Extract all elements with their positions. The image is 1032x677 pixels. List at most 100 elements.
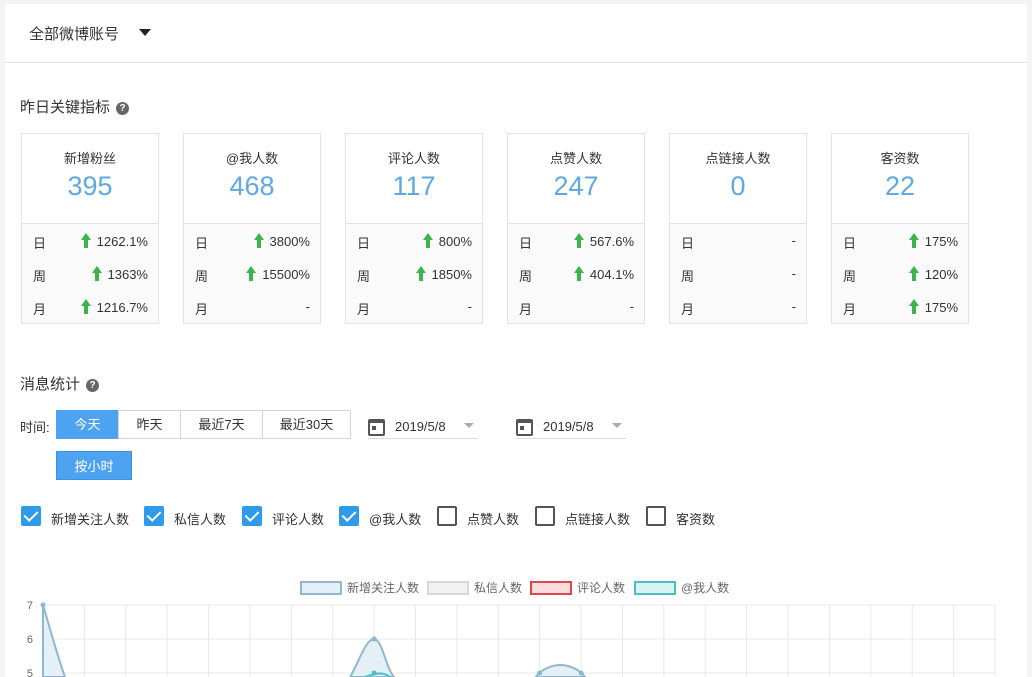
arrow-up-icon — [415, 266, 426, 281]
arrow-up-icon — [91, 266, 102, 281]
checkbox-empty-icon[interactable] — [535, 506, 555, 526]
metric-row: 月- — [346, 290, 482, 323]
period-label: 月 — [195, 302, 209, 317]
arrow-up-icon — [908, 266, 919, 281]
range-7days-button[interactable]: 最近7天 — [180, 410, 263, 439]
y-tick-label: 5 — [27, 668, 33, 677]
checkbox-label: 评论人数 — [272, 512, 325, 527]
change-value: - — [630, 299, 634, 314]
checkbox-empty-icon[interactable] — [437, 506, 457, 526]
period-label: 周 — [681, 269, 695, 284]
change-value: - — [792, 233, 796, 248]
range-yesterday-button[interactable]: 昨天 — [118, 410, 181, 439]
change-text: 1363% — [107, 267, 148, 282]
metric-value: 247 — [553, 171, 599, 201]
legend-swatch[interactable] — [427, 581, 469, 595]
help-icon[interactable]: ? — [86, 379, 100, 392]
data-point[interactable] — [371, 670, 377, 676]
metric-row: 周 15500% — [184, 257, 320, 290]
checkbox-empty-icon[interactable] — [646, 506, 666, 526]
change-value: 1216.7% — [80, 299, 148, 315]
metric-card: @我人数 468 日 3800% 周 15500% 月 - — [183, 133, 321, 324]
end-date-picker[interactable]: 2019/5/8 — [516, 413, 626, 439]
legend-swatch[interactable] — [634, 581, 676, 595]
metric-label: 新增粉丝 — [63, 151, 116, 166]
change-text: 1216.7% — [96, 300, 148, 315]
legend-swatch[interactable] — [530, 581, 572, 595]
metric-value: 117 — [392, 171, 436, 201]
metric-row: 月 1216.7% — [22, 290, 158, 323]
metric-row: 周 120% — [832, 257, 968, 290]
legend-label[interactable]: 私信人数 — [474, 580, 522, 595]
series-new-follow-area — [534, 663, 587, 677]
checkbox-label: 私信人数 — [174, 512, 227, 527]
range-30days-button[interactable]: 最近30天 — [262, 410, 351, 439]
metric-row: 日 567.6% — [508, 224, 644, 257]
change-value: 404.1% — [573, 266, 634, 282]
metric-value: 468 — [229, 171, 275, 201]
change-text: - — [305, 299, 310, 314]
change-value: 1262.1% — [80, 233, 148, 249]
change-text: 800% — [438, 234, 472, 249]
arrow-up-icon — [246, 266, 257, 281]
metric-row: 日 800% — [346, 224, 482, 257]
period-label: 月 — [681, 302, 695, 317]
period-label: 月 — [519, 302, 533, 317]
metric-card: 点赞人数 247 日 567.6% 周 404.1% 月 - — [507, 133, 645, 324]
metric-row: 月- — [184, 290, 320, 323]
checkbox-checked-icon[interactable] — [21, 506, 41, 526]
period-label: 日 — [519, 236, 533, 251]
help-icon[interactable]: ? — [116, 102, 130, 115]
arrow-up-icon — [908, 299, 919, 314]
change-value: - — [792, 299, 796, 314]
checkbox-checked-icon[interactable] — [242, 506, 262, 526]
caret-down-icon — [464, 423, 474, 428]
caret-down-icon[interactable] — [139, 29, 151, 36]
period-label: 日 — [195, 236, 209, 251]
change-text: 175% — [924, 300, 958, 315]
legend-label[interactable]: 评论人数 — [577, 580, 625, 595]
metric-row: 日 3800% — [184, 224, 320, 257]
hourly-button[interactable]: 按小时 — [56, 451, 132, 480]
checkbox-label: 点赞人数 — [467, 512, 520, 527]
change-text: 567.6% — [589, 234, 634, 249]
main-panel: 全部微博账号 昨日关键指标? 新增粉丝 395 日 1262.1% 周 1363% 月 121… — [5, 4, 1027, 677]
change-value: 3800% — [253, 233, 310, 249]
data-point[interactable] — [40, 602, 46, 608]
arrow-up-icon — [908, 233, 919, 248]
change-value: 800% — [422, 233, 472, 249]
message-stats-title: 消息统计? — [20, 373, 100, 394]
metric-card: 点链接人数 0 日 - 周 - 月 - — [669, 133, 807, 324]
legend-label[interactable]: @我人数 — [681, 580, 729, 595]
change-text: 175% — [924, 234, 958, 249]
change-text: - — [467, 299, 472, 314]
metric-card-header: @我人数 468 — [184, 134, 320, 224]
checkbox-label: @我人数 — [369, 512, 422, 527]
change-value: - — [306, 299, 310, 314]
arrow-up-icon — [573, 266, 584, 281]
metric-label: 点链接人数 — [705, 151, 771, 166]
checkbox-checked-icon[interactable] — [144, 506, 164, 526]
metric-value: 22 — [884, 171, 916, 201]
start-date-value: 2019/5/8 — [395, 419, 446, 434]
change-text: - — [791, 299, 796, 314]
legend-label[interactable]: 新增关注人数 — [347, 580, 419, 595]
change-value: 120% — [908, 266, 958, 282]
data-point[interactable] — [371, 636, 377, 642]
calendar-icon — [516, 419, 533, 436]
arrow-up-icon — [80, 233, 91, 248]
series-new-follow-area — [42, 604, 67, 677]
change-text: - — [791, 233, 796, 248]
period-label: 周 — [843, 269, 857, 284]
metric-label: 评论人数 — [387, 151, 440, 166]
start-date-picker[interactable]: 2019/5/8 — [368, 413, 478, 439]
data-point[interactable] — [578, 670, 584, 676]
metric-row: 日 1262.1% — [22, 224, 158, 257]
change-text: 404.1% — [589, 267, 634, 282]
checkbox-checked-icon[interactable] — [339, 506, 359, 526]
account-selector[interactable]: 全部微博账号 — [5, 4, 1027, 63]
data-point[interactable] — [537, 670, 543, 676]
range-today-button[interactable]: 今天 — [56, 410, 119, 439]
legend-swatch[interactable] — [300, 581, 342, 595]
period-label: 日 — [33, 236, 47, 251]
